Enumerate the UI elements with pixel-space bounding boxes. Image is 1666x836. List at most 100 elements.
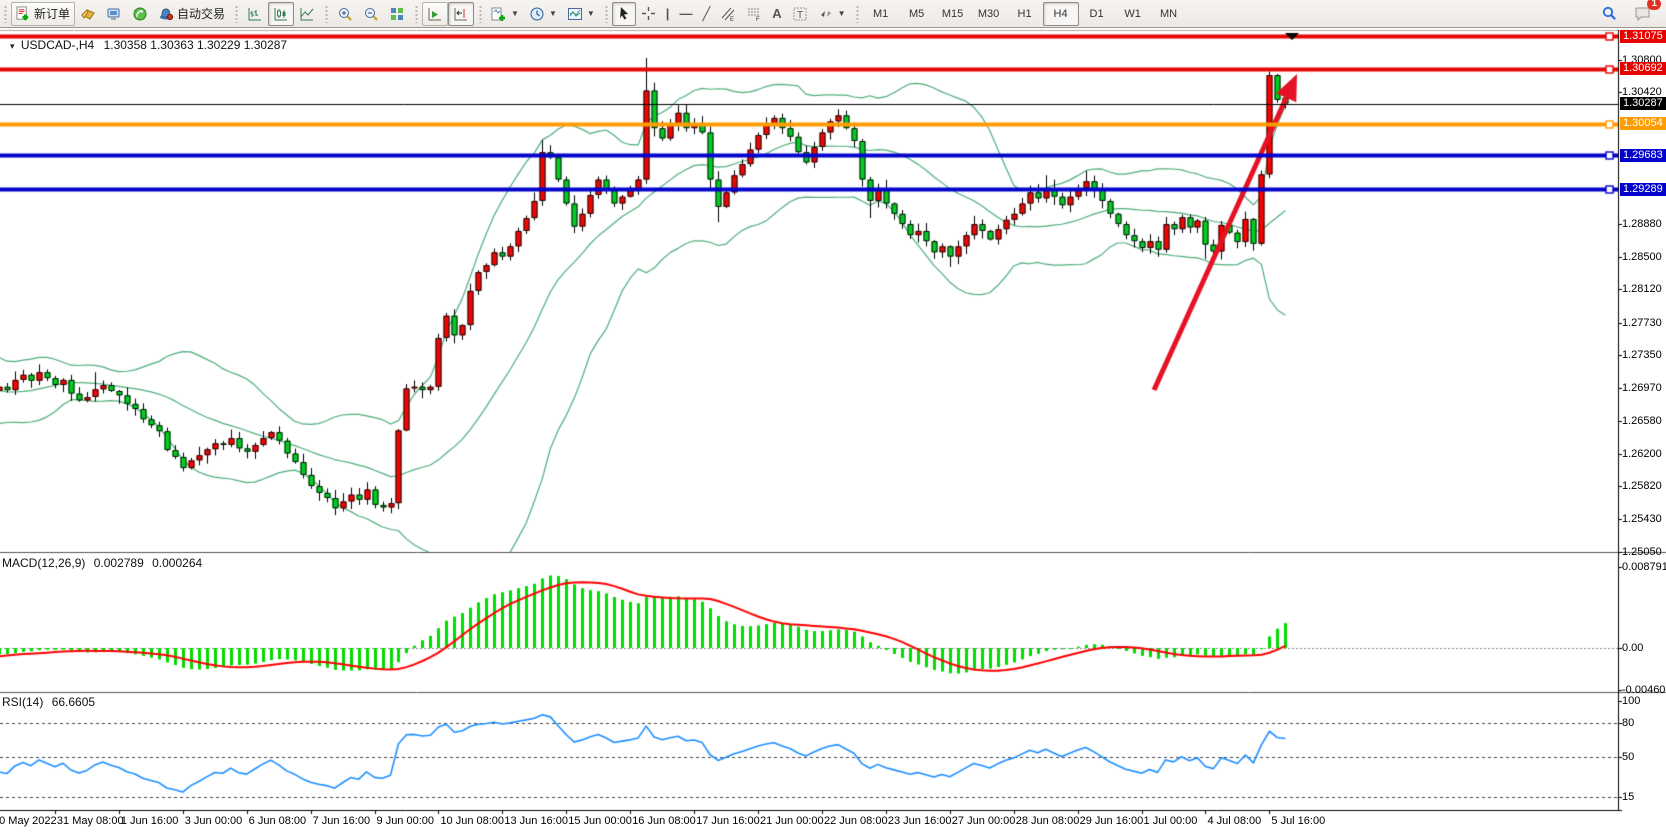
timeframe-button-h4[interactable]: H4 [1043,2,1079,26]
rsi-axis-label: 50 [1622,751,1634,763]
scroll-group [413,1,476,27]
auto-trading-button[interactable]: 自动交易 [153,2,230,26]
rsi-indicator-label: RSI(14) 66.6605 [2,695,95,709]
equidistant-channel-icon: E [720,6,736,22]
time-axis-label: 1 Jul 00:00 [1144,815,1198,827]
text-label-icon: T [792,6,808,22]
macd-signal-value: 0.000264 [152,556,202,570]
insert-group: ▼ ▼ ▼ [477,1,602,27]
vertical-line-icon: | [666,7,670,20]
svg-text:E: E [730,17,734,22]
search-button[interactable] [1596,2,1623,26]
bar-chart-button[interactable] [242,2,268,26]
indicators-icon [491,6,507,22]
time-axis-label: 1 Jun 16:00 [121,815,179,827]
channel-tool-button[interactable]: E [715,2,741,26]
templates-icon [567,6,583,22]
price-line-label: 1.30054 [1620,117,1666,130]
time-axis-label: 5 Jul 16:00 [1271,815,1325,827]
cursor-icon [617,6,631,21]
price-line-label: 1.29683 [1620,149,1666,162]
time-axis-label: 15 Jun 00:00 [568,815,632,827]
signals-button[interactable] [127,2,153,26]
text-label-tool-button[interactable]: T [787,2,813,26]
horizontal-line-tool-button[interactable]: — [674,2,697,26]
arrows-tool-button[interactable]: ▼ [813,2,851,26]
notifications-button[interactable]: 1 [1629,2,1656,26]
chart-shift-icon [453,6,469,22]
price-axis-tick: 1.26580 [1622,415,1662,427]
tile-windows-button[interactable] [384,2,410,26]
time-axis-label: 30 May 2022 [0,815,57,827]
trendline-icon: ╱ [702,7,710,20]
timeframe-button-d1[interactable]: D1 [1079,2,1115,26]
price-line-label: 1.30692 [1620,62,1666,75]
price-line-label: 1.31075 [1620,30,1666,43]
crosshair-tool-button[interactable] [636,2,661,26]
zoom-in-button[interactable] [332,2,358,26]
time-axis-label: 7 Jun 16:00 [313,815,371,827]
arrows-shapes-icon [818,6,834,22]
time-axis-label: 31 May 08:00 [57,815,124,827]
chart-shift-button[interactable] [448,2,474,26]
vertical-line-tool-button[interactable]: | [661,2,675,26]
chart-type-group [233,1,322,27]
fibonacci-tool-button[interactable]: F [741,2,767,26]
line-chart-button[interactable] [294,2,320,26]
toolbar-right: 1 [1596,2,1664,26]
order-group: 新订单 自动交易 [2,1,232,27]
rsi-axis-label: 100 [1622,695,1640,707]
timeframe-button-h1[interactable]: H1 [1007,2,1043,26]
periods-caret-icon: ▼ [549,9,557,18]
time-axis-label: 28 Jun 08:00 [1016,815,1080,827]
candlestick-chart-icon [273,6,289,22]
time-axis-label: 10 Jun 08:00 [440,815,504,827]
line-chart-icon [299,6,315,22]
price-axis-tick: 1.28500 [1622,251,1662,263]
main-toolbar: 新订单 自动交易 [0,0,1666,28]
signals-icon [132,6,148,22]
time-axis-label: 21 Jun 00:00 [760,815,824,827]
price-axis-tick: 1.28880 [1622,218,1662,230]
price-axis-tick: 1.25430 [1622,513,1662,525]
candlestick-chart-button[interactable] [268,2,294,26]
time-axis-label: 16 Jun 08:00 [632,815,696,827]
tile-windows-icon [389,6,405,22]
crosshair-icon [641,6,656,21]
time-axis-label: 13 Jun 16:00 [504,815,568,827]
chart-canvas[interactable] [0,0,1666,836]
text-icon: A [772,7,781,20]
new-order-button[interactable]: 新订单 [11,2,75,26]
timeframe-group: M1M5M15M30H1H4D1W1MN [854,1,1189,27]
mt4-terminal-window: { "toolbar": { "new_order_label": "新订单",… [0,0,1666,836]
timeframe-button-m5[interactable]: M5 [899,2,935,26]
indicators-button[interactable]: ▼ [486,2,524,26]
periods-clock-icon [529,6,545,22]
macd-main-value: 0.002789 [94,556,144,570]
price-axis-tick: 1.28120 [1622,283,1662,295]
terminal-button[interactable] [101,2,127,26]
price-axis-tick: 1.25820 [1622,480,1662,492]
timeframe-button-mn[interactable]: MN [1151,2,1187,26]
macd-name: MACD(12,26,9) [2,556,85,570]
timeframe-button-m15[interactable]: M15 [935,2,971,26]
timeframe-button-m30[interactable]: M30 [971,2,1007,26]
periods-button[interactable]: ▼ [524,2,562,26]
text-tool-button[interactable]: A [767,2,786,26]
market-watch-button[interactable] [75,2,101,26]
auto-trading-label: 自动交易 [177,5,225,22]
cursor-tool-button[interactable] [612,2,636,26]
templates-caret-icon: ▼ [587,9,595,18]
time-axis-label: 4 Jul 08:00 [1207,815,1261,827]
auto-scroll-button[interactable] [422,2,448,26]
price-axis-tick: 1.26200 [1622,448,1662,460]
zoom-out-button[interactable] [358,2,384,26]
timeframe-button-m1[interactable]: M1 [863,2,899,26]
new-order-icon [16,6,31,21]
price-axis-tick: 1.26970 [1622,382,1662,394]
timeframe-button-w1[interactable]: W1 [1115,2,1151,26]
trendline-tool-button[interactable]: ╱ [697,2,715,26]
price-line-label: 1.29289 [1620,183,1666,196]
templates-button[interactable]: ▼ [562,2,600,26]
time-axis-label: 22 Jun 08:00 [824,815,888,827]
